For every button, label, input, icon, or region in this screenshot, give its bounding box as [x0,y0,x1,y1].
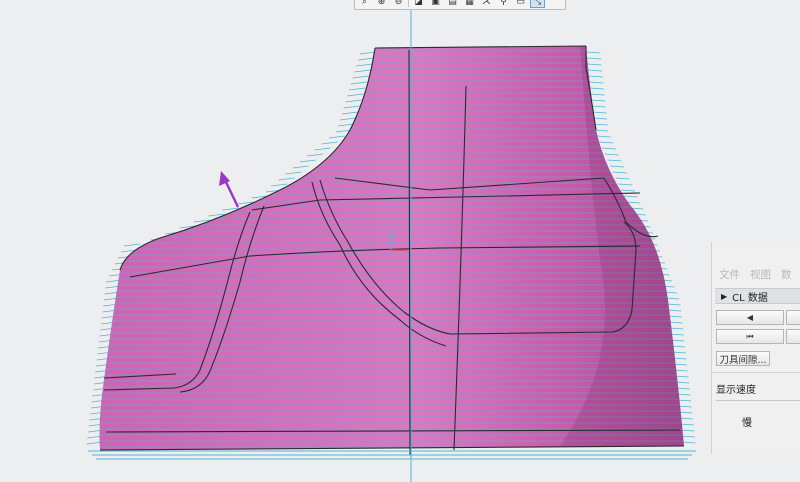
expand-triangle-icon: ▶ [721,291,728,301]
menu-view[interactable]: 视图 [750,267,771,282]
zoom-in-icon[interactable]: ⊕ [374,0,389,8]
layers-icon[interactable]: ▦ [462,0,477,8]
rewind-icon: ⏮ [746,331,754,341]
step-back-icon: ◀ [746,313,754,322]
view-orient-icon[interactable]: ▣ [428,0,443,8]
toolpath-offset-right [586,57,602,60]
toolpath-offset-left [352,75,369,79]
toolpath-offset-left [347,93,364,97]
toolpath-offset-left [345,99,362,103]
cl-data-title: CL 数据 [732,292,768,304]
toolpath-display-icon[interactable]: ⤡ [530,0,545,8]
toolpath-offset-left [343,105,360,109]
toolpath-offset-right [589,81,604,84]
axes-icon[interactable]: ⋌ [479,0,494,8]
display-speed-label: 显示速度 [716,385,756,396]
direction-arrow [219,171,240,208]
toolpath-offset-right [599,141,614,144]
step-forward-button[interactable] [786,310,800,325]
cl-player-panel: 文件 视图 数 ▶ CL 数据 ◀ ⏮ 刀具间隙... 显示速度 慢 [711,242,800,454]
graphics-viewport[interactable]: ⌕ ⊕ ⊖ ◪ ▣ ▤ ▦ ⋌ ⚲ ▭ ⤡ 文件 视图 数 ▶ CL 数据 ◀ … [0,0,800,482]
slow-label: 慢 [742,418,752,429]
toolpath-offset-right [626,201,641,204]
toolpath-offset-left [123,243,141,247]
toolpath-offset-right [604,153,619,156]
forward-end-button[interactable] [786,329,800,344]
datum-icon[interactable]: ⚲ [496,0,511,8]
toolpath-offset-left [285,171,302,175]
toolpath-offset-left [307,153,324,157]
toolpath-offset-right [623,195,638,198]
toolpath-offset-right [586,51,601,54]
toolpath-offset-right [590,93,605,96]
toolpath-offset-right [620,189,636,192]
rewind-button[interactable]: ⏮ [716,329,784,344]
toolpath-offset-right [615,177,630,180]
toolpath-offset-right [591,99,606,102]
toolpath-offset-left [271,183,288,187]
toolpath-offset-left [328,135,345,139]
shading-icon[interactable]: ◪ [411,0,426,8]
speed-slider-track[interactable] [716,400,800,401]
toolpath-offset-left [292,165,309,169]
display-style-icon[interactable]: ▤ [445,0,460,8]
toolpath-offset-left [359,51,376,55]
toolpath-offset-left [356,63,373,67]
zoom-fit-icon[interactable]: ⌕ [357,0,372,8]
tool-gap-button[interactable]: 刀具间隙... [716,351,770,366]
toolpath-offset-left [321,141,338,145]
toolpath-offset-right [618,183,633,186]
toolpath-offset-left [299,159,317,163]
panel-menubar: 文件 视图 数 [712,267,792,282]
model-view[interactable] [0,0,800,482]
toolpath-offset-right [592,111,607,114]
toolpath-offset-right [596,135,611,138]
annotation-icon[interactable]: ▭ [513,0,528,8]
toolpath-offset-left [348,87,366,91]
toolpath-offset-right [610,165,625,168]
menu-file[interactable]: 文件 [719,267,740,282]
toolpath-offset-right [589,87,605,90]
toolpath-offset-right [592,117,608,120]
panel-divider [712,372,800,373]
toolpath-offset-right [588,75,603,78]
menu-data[interactable]: 数 [781,267,792,282]
cl-data-section[interactable]: ▶ CL 数据 [715,288,800,304]
toolpath-offset-left [339,117,357,121]
toolpath-offset-right [681,441,696,444]
toolpath-offset-right [602,147,617,150]
zoom-out-icon[interactable]: ⊖ [391,0,406,8]
toolpath-offset-left [350,81,367,85]
base-plane-lines [88,450,696,460]
toolpath-offset-right [607,159,622,162]
toolpath-offset-left [314,147,331,151]
toolbar-separator [408,0,409,7]
toolpath-offset-right [591,105,606,108]
toolpath-offset-left [354,69,371,73]
toolpath-offset-right [587,63,602,66]
toolpath-offset-left [341,111,358,115]
tool-gap-label: 刀具间隙... [719,354,767,366]
toolpath-offset-left [278,177,295,181]
step-back-button[interactable]: ◀ [716,310,784,325]
toolpath-offset-left [357,57,375,61]
toolpath-offset-right [588,69,603,72]
toolpath-offset-right [612,171,627,174]
view-toolbar: ⌕ ⊕ ⊖ ◪ ▣ ▤ ▦ ⋌ ⚲ ▭ ⤡ [354,0,566,10]
